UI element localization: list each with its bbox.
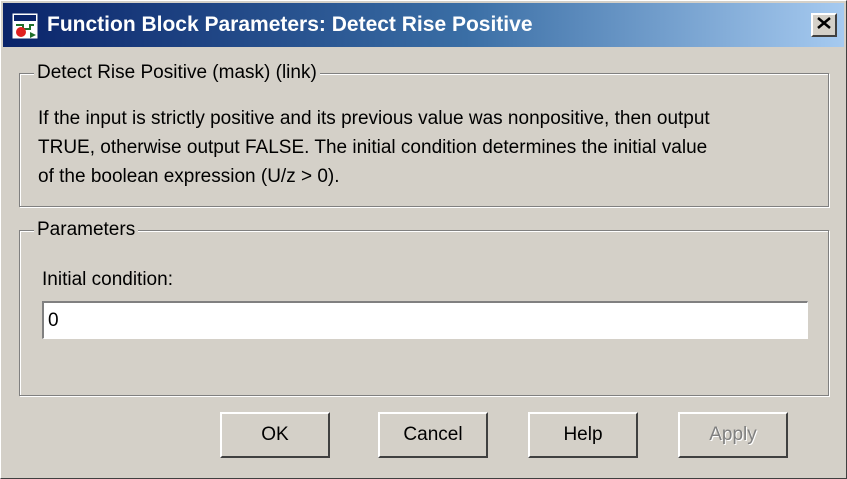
block-description: If the input is strictly positive and it… bbox=[38, 104, 818, 191]
help-button[interactable]: Help bbox=[528, 412, 638, 458]
simulink-block-icon bbox=[11, 12, 39, 40]
description-line: TRUE, otherwise output FALSE. The initia… bbox=[38, 137, 708, 158]
close-button[interactable] bbox=[811, 13, 837, 37]
window-title: Function Block Parameters: Detect Rise P… bbox=[47, 13, 533, 36]
parameters-group: Parameters Initial condition: bbox=[19, 219, 829, 396]
apply-button[interactable]: Apply bbox=[678, 412, 788, 458]
description-group: Detect Rise Positive (mask) (link) If th… bbox=[19, 62, 829, 207]
description-line: If the input is strictly positive and it… bbox=[38, 108, 710, 129]
dialog-window: Function Block Parameters: Detect Rise P… bbox=[0, 0, 847, 479]
ok-button[interactable]: OK bbox=[220, 412, 330, 458]
parameters-legend: Parameters bbox=[34, 219, 139, 241]
description-legend: Detect Rise Positive (mask) (link) bbox=[34, 62, 320, 84]
initial-condition-label: Initial condition: bbox=[42, 269, 173, 290]
cancel-button[interactable]: Cancel bbox=[378, 412, 488, 458]
close-x-icon bbox=[817, 16, 831, 34]
title-bar[interactable]: Function Block Parameters: Detect Rise P… bbox=[3, 3, 844, 47]
description-line: of the boolean expression (U/z > 0). bbox=[38, 166, 340, 187]
initial-condition-input[interactable] bbox=[42, 301, 808, 339]
